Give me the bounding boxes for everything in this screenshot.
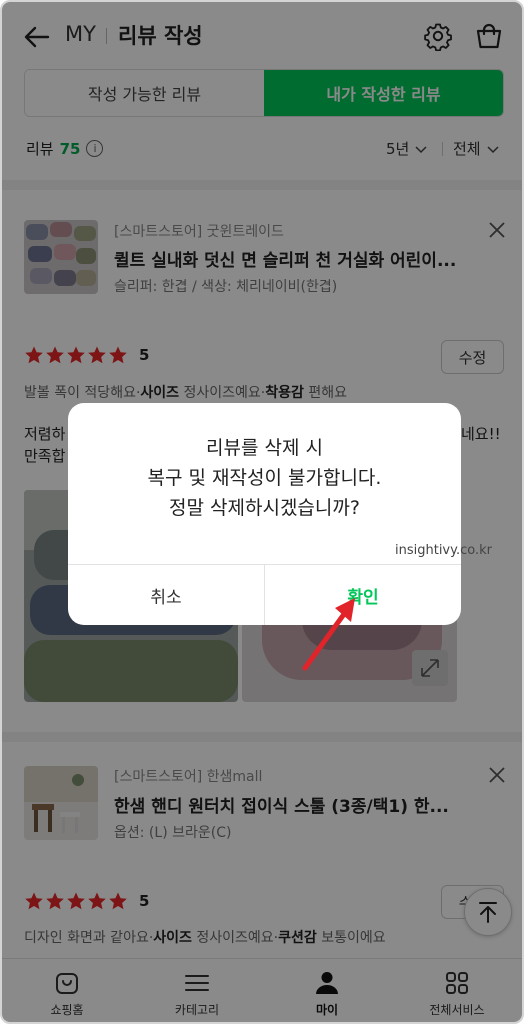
watermark: insightivy.co.kr — [395, 543, 492, 558]
dialog-actions: 취소 확인 — [68, 564, 461, 625]
app-frame: MY 리뷰 작성 작성 가능한 리뷰 내가 작성한 리뷰 리뷰 75 i 5년 … — [0, 0, 524, 1024]
delete-confirm-dialog: 리뷰를 삭제 시 복구 및 재작성이 불가합니다. 정말 삭제하시겠습니까? 취… — [68, 403, 461, 625]
dialog-message-line: 리뷰를 삭제 시 — [206, 437, 323, 459]
dialog-message: 리뷰를 삭제 시 복구 및 재작성이 불가합니다. 정말 삭제하시겠습니까? — [68, 433, 461, 523]
annotation-arrow-icon — [302, 598, 355, 671]
dialog-message-line: 정말 삭제하시겠습니까? — [169, 497, 360, 519]
dialog-message-line: 복구 및 재작성이 불가합니다. — [147, 467, 382, 489]
cancel-button[interactable]: 취소 — [68, 565, 264, 625]
